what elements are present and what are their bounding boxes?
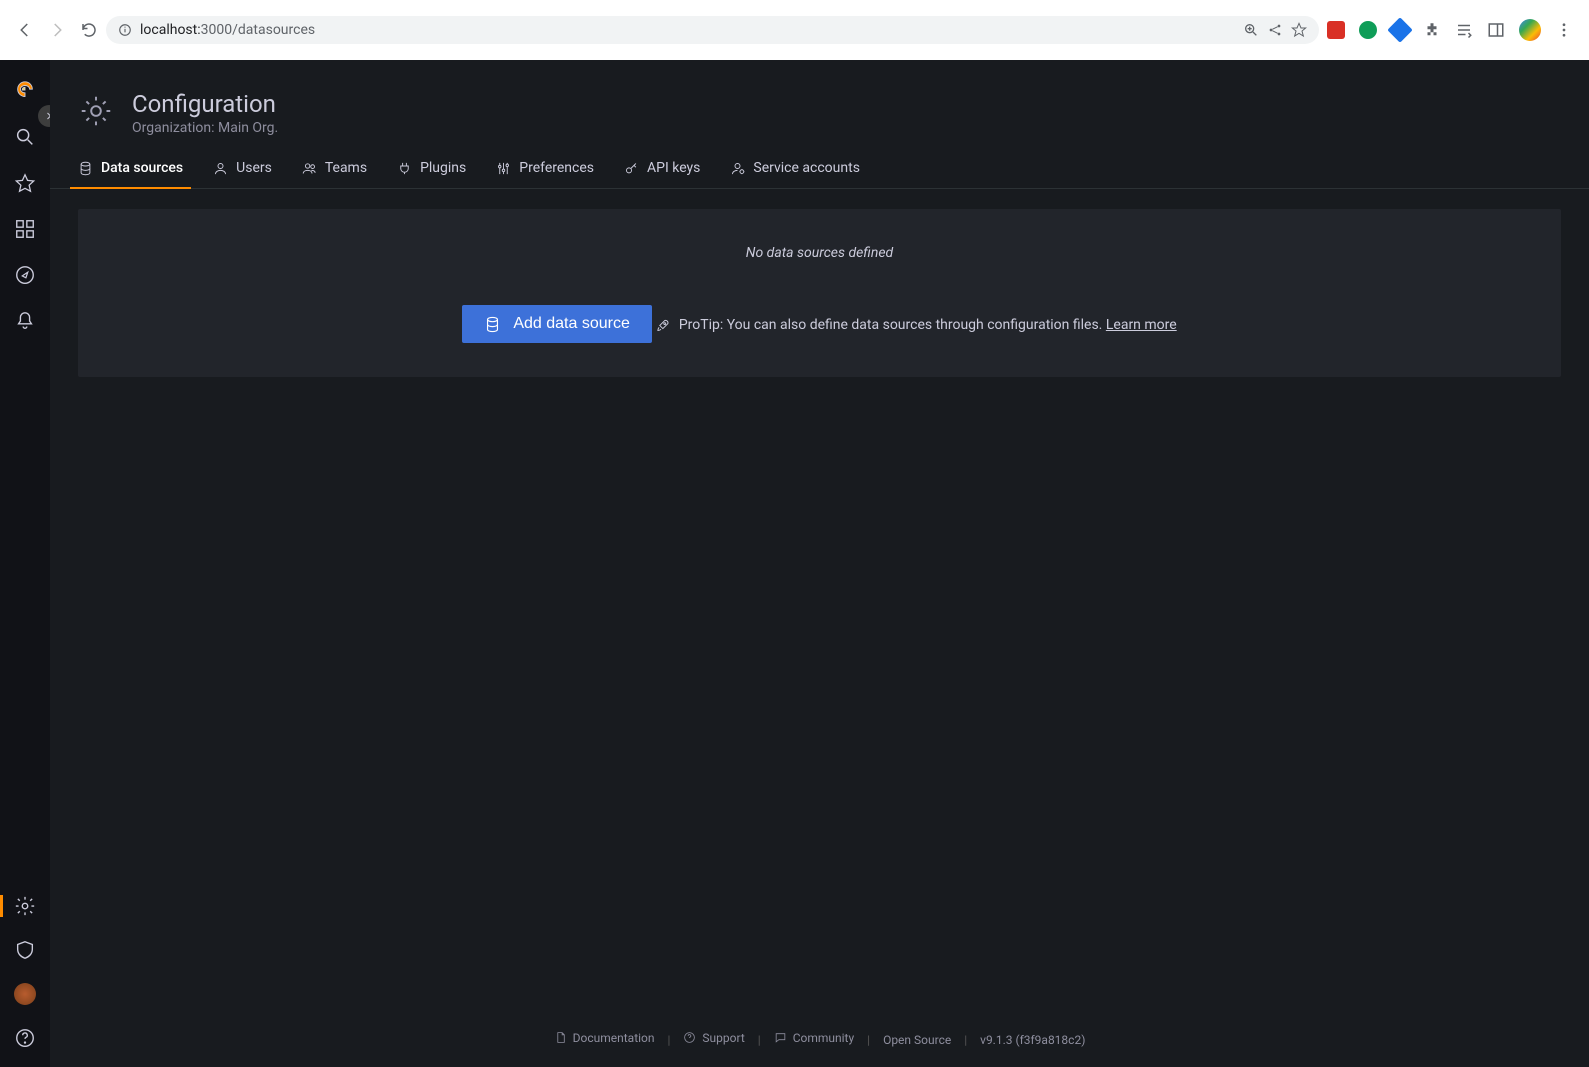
alerting-icon[interactable] — [14, 310, 36, 332]
zoom-icon[interactable] — [1243, 22, 1259, 38]
extensions-icon[interactable] — [1423, 21, 1441, 39]
tab-preferences[interactable]: Preferences — [496, 160, 594, 188]
database-icon — [484, 316, 501, 333]
tab-label: API keys — [647, 160, 700, 176]
info-icon — [118, 23, 132, 37]
starred-icon[interactable] — [14, 172, 36, 194]
tab-plugins[interactable]: Plugins — [397, 160, 466, 188]
key-icon — [624, 161, 639, 176]
footer-label: Open Source — [883, 1033, 951, 1047]
explore-icon[interactable] — [14, 264, 36, 286]
profile-avatar-icon[interactable] — [1519, 19, 1541, 41]
footer-version: v9.1.3 (f3f9a818c2) — [980, 1033, 1085, 1047]
tab-service-accounts[interactable]: Service accounts — [730, 160, 860, 188]
chrome-menu-icon[interactable] — [1555, 21, 1573, 39]
configuration-icon[interactable] — [14, 895, 36, 917]
grafana-app: Configuration Organization: Main Org. Da… — [0, 60, 1589, 1067]
page-header: Configuration Organization: Main Org. — [50, 60, 1589, 136]
footer-separator: | — [867, 1033, 870, 1047]
dashboards-icon[interactable] — [14, 218, 36, 240]
add-data-source-button[interactable]: Add data source — [462, 305, 652, 343]
footer: Documentation | Support | Community | Op… — [50, 1013, 1589, 1067]
browser-toolbar: localhost:3000/datasources — [0, 0, 1589, 60]
footer-label: v9.1.3 (f3f9a818c2) — [980, 1033, 1085, 1047]
add-button-label: Add data source — [513, 315, 630, 333]
footer-label: Documentation — [573, 1031, 655, 1045]
sidebar-active-indicator — [0, 895, 3, 917]
forward-icon[interactable] — [48, 21, 66, 39]
extension-1-icon[interactable] — [1327, 21, 1345, 39]
help-icon[interactable] — [14, 1027, 36, 1049]
extension-2-icon[interactable] — [1359, 21, 1377, 39]
tab-data-sources[interactable]: Data sources — [78, 160, 183, 188]
footer-label: Community — [793, 1031, 854, 1045]
page-body: No data sources defined Add data source … — [50, 189, 1589, 377]
address-url-text: localhost:3000/datasources — [140, 22, 1235, 38]
support-icon — [683, 1031, 696, 1044]
footer-community-link[interactable]: Community — [774, 1031, 854, 1045]
footer-separator: | — [964, 1033, 967, 1047]
tab-api-keys[interactable]: API keys — [624, 160, 700, 188]
browser-right-icons — [1327, 19, 1579, 41]
extension-3-icon[interactable] — [1387, 17, 1412, 42]
tab-label: Service accounts — [753, 160, 860, 176]
url-host: localhost: — [140, 22, 201, 38]
url-path: 3000/datasources — [201, 22, 315, 38]
footer-label: Support — [702, 1031, 744, 1045]
page-subtitle: Organization: Main Org. — [132, 120, 278, 136]
search-icon[interactable] — [14, 126, 36, 148]
back-icon[interactable] — [16, 21, 34, 39]
protip-prefix: ProTip: You can also define data sources… — [679, 317, 1106, 333]
database-icon — [78, 161, 93, 176]
page-title: Configuration — [132, 90, 278, 118]
service-icon — [730, 161, 745, 176]
reading-list-icon[interactable] — [1455, 21, 1473, 39]
admin-icon[interactable] — [14, 939, 36, 961]
users-icon — [302, 161, 317, 176]
document-icon — [554, 1031, 567, 1044]
grafana-logo-icon[interactable] — [14, 80, 36, 102]
rocket-icon — [656, 318, 671, 333]
tab-label: Preferences — [519, 160, 594, 176]
reload-icon[interactable] — [80, 21, 98, 39]
tab-label: Plugins — [420, 160, 466, 176]
tab-teams[interactable]: Teams — [302, 160, 367, 188]
sidebar — [0, 60, 50, 1067]
footer-separator: | — [668, 1033, 671, 1047]
browser-nav — [10, 21, 98, 39]
sliders-icon — [496, 161, 511, 176]
tabs: Data sources Users Teams Plugins Prefere… — [50, 136, 1589, 189]
protip-text: ProTip: You can also define data sources… — [656, 317, 1177, 333]
star-icon[interactable] — [1291, 22, 1307, 38]
share-icon[interactable] — [1267, 22, 1283, 38]
side-panel-icon[interactable] — [1487, 21, 1505, 39]
tab-label: Data sources — [101, 160, 183, 176]
footer-documentation-link[interactable]: Documentation — [554, 1031, 655, 1045]
main-content: Configuration Organization: Main Org. Da… — [50, 60, 1589, 1067]
empty-message: No data sources defined — [98, 245, 1541, 261]
footer-support-link[interactable]: Support — [683, 1031, 744, 1045]
community-icon — [774, 1031, 787, 1044]
tab-label: Teams — [325, 160, 367, 176]
tab-users[interactable]: Users — [213, 160, 272, 188]
address-bar[interactable]: localhost:3000/datasources — [106, 16, 1319, 44]
protip-learn-more-link[interactable]: Learn more — [1106, 317, 1177, 333]
tab-label: Users — [236, 160, 272, 176]
empty-state-panel: No data sources defined Add data source … — [78, 209, 1561, 377]
plug-icon — [397, 161, 412, 176]
user-avatar-icon[interactable] — [14, 983, 36, 1005]
footer-opensource-link[interactable]: Open Source — [883, 1033, 951, 1047]
user-icon — [213, 161, 228, 176]
footer-separator: | — [758, 1033, 761, 1047]
gear-icon — [78, 93, 114, 133]
